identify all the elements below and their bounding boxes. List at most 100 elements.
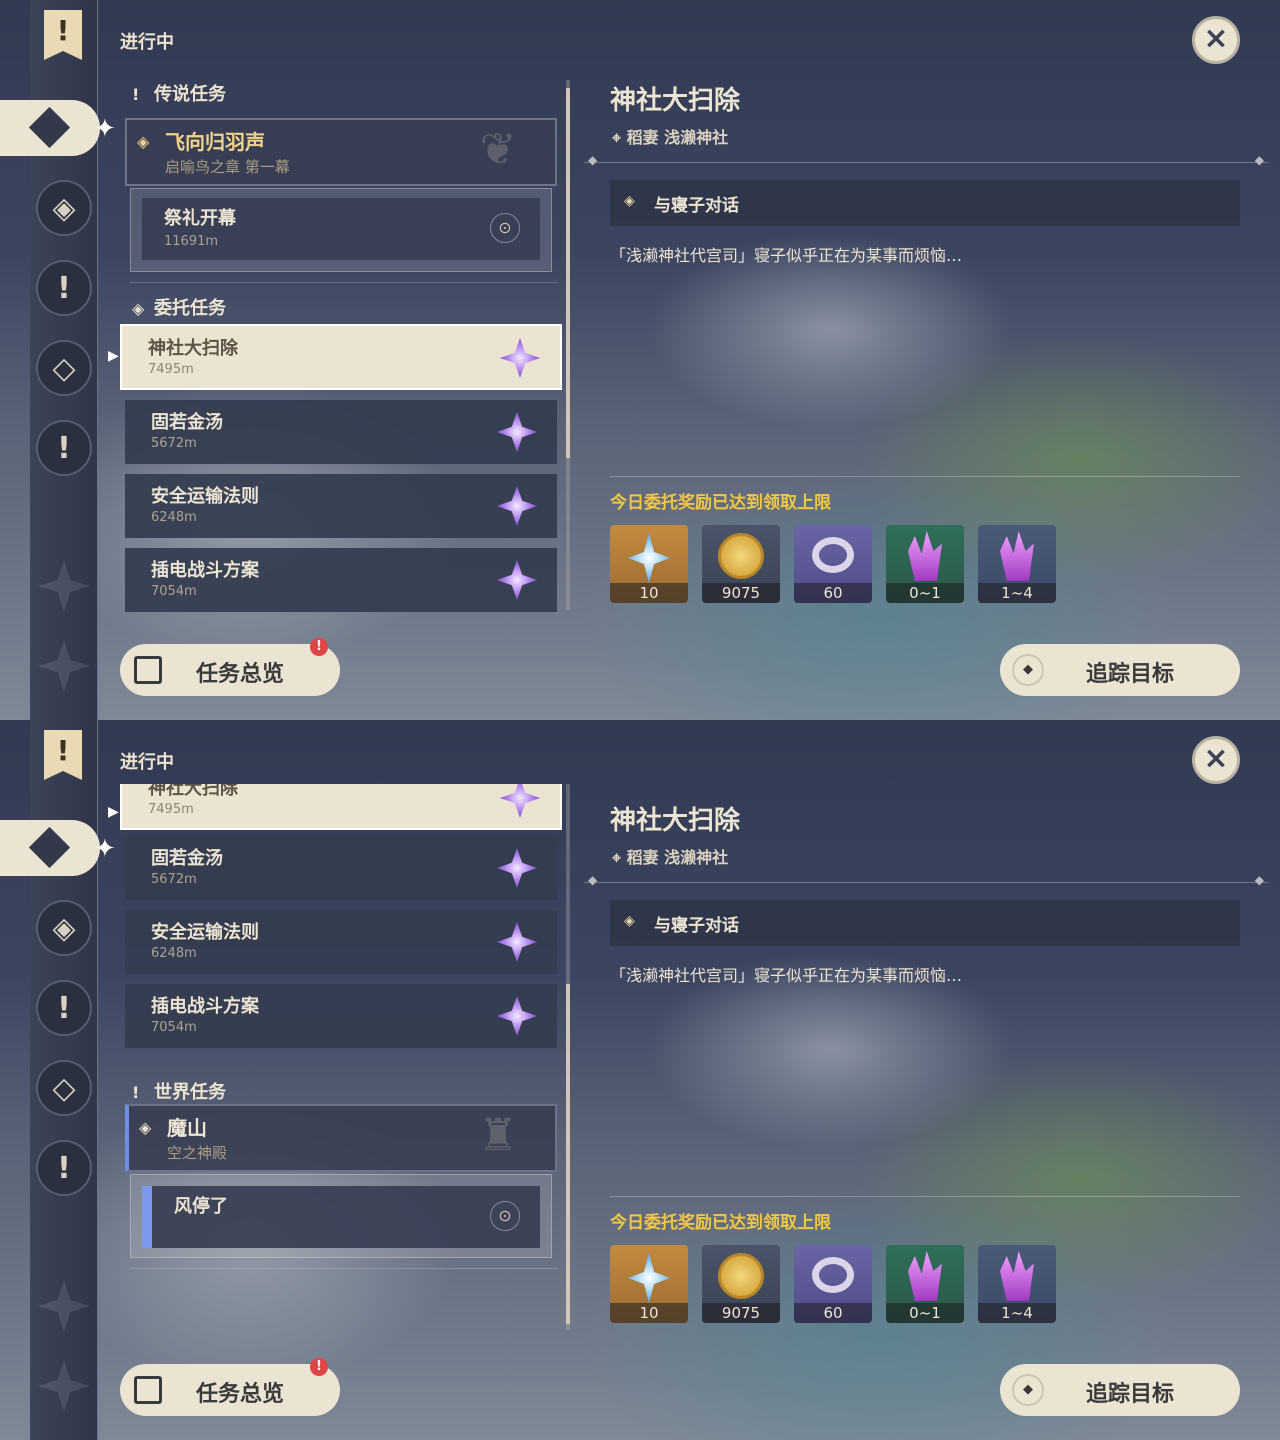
quest-list-scrollbar[interactable]: [566, 80, 570, 610]
quest-overview-button[interactable]: 任务总览 !: [120, 638, 340, 696]
reward-count: 1~4: [978, 1303, 1056, 1323]
commission-section-label: 委托任务: [154, 298, 226, 319]
detail-location-text: 稻妻 浅濑神社: [626, 128, 729, 147]
notification-badge: !: [310, 1358, 328, 1376]
commission-item[interactable]: 安全运输法则 6248m: [125, 910, 557, 974]
commission-title: 固若金汤: [151, 848, 223, 869]
tab-commission-active[interactable]: [0, 100, 100, 156]
tab-world-quests[interactable]: !: [36, 260, 92, 316]
commission-gem-icon: [500, 784, 540, 818]
commission-item[interactable]: 固若金汤 5672m: [125, 836, 557, 900]
world-quest-card[interactable]: ◈ 魔山 空之神殿 ♜: [125, 1104, 557, 1172]
reward-mora[interactable]: 9075: [702, 1245, 780, 1323]
objective-diamond-icon: ◈: [624, 193, 635, 209]
commission-gem-icon: [497, 560, 537, 600]
detail-divider: [584, 153, 1268, 167]
track-target-button[interactable]: ◆ 追踪目标: [1000, 644, 1240, 696]
commission-distance: 5672m: [151, 436, 197, 451]
legend-quest-title: 飞向归羽声: [165, 130, 265, 154]
tab-other-quests[interactable]: !: [36, 420, 92, 476]
commission-item[interactable]: 插电战斗方案 7054m: [125, 984, 557, 1048]
commission-item[interactable]: 固若金汤 5672m: [125, 400, 557, 464]
in-progress-header: 进行中: [120, 752, 174, 773]
reward-primogem[interactable]: 10: [610, 525, 688, 603]
crystal-icon: [908, 531, 942, 581]
bird-emblem-icon: ❦: [479, 124, 517, 175]
legend-quest-subtitle: 启喻鸟之章 第一幕: [165, 158, 290, 176]
close-button[interactable]: ×: [1192, 736, 1240, 784]
sparkle-icon: ✦: [94, 114, 116, 144]
commission-title: 神社大扫除: [148, 338, 238, 359]
detail-title: 神社大扫除: [610, 86, 741, 116]
commission-title: 安全运输法则: [151, 486, 259, 507]
exclaim-icon: !: [132, 85, 140, 104]
section-divider: [130, 282, 558, 283]
commission-section-header: ◈ 委托任务: [132, 294, 226, 320]
reward-adventure-exp[interactable]: 60: [794, 1245, 872, 1323]
reward-crystal-1[interactable]: 0~1: [886, 525, 964, 603]
world-subquest-card[interactable]: 风停了 ⊙: [142, 1186, 540, 1248]
selected-arrow-icon: ▶: [108, 348, 119, 364]
commission-gem-icon: [497, 486, 537, 526]
reward-limit-notice: 今日委托奖励已达到领取上限: [610, 493, 831, 513]
legend-subquest-card[interactable]: 祭礼开幕 11691m ⊙: [142, 198, 540, 260]
map-pin-icon[interactable]: ⊙: [490, 1201, 520, 1231]
reward-divider: [610, 1196, 1240, 1197]
objective-text: 与寝子对话: [654, 916, 739, 936]
commission-item-selected[interactable]: 神社大扫除 7495m: [120, 784, 562, 830]
commission-item-selected[interactable]: 神社大扫除 7495m: [120, 324, 562, 390]
commission-diamond-icon: ◈: [132, 299, 145, 318]
detail-location: ⌖ 稻妻 浅濑神社: [612, 124, 728, 148]
commission-distance: 5672m: [151, 872, 197, 887]
legend-section-header: ! 传说任务: [132, 80, 226, 106]
location-pin-icon: ⌖: [612, 128, 627, 147]
commission-distance: 7054m: [151, 1020, 197, 1035]
commission-title: 插电战斗方案: [151, 996, 259, 1017]
subquest-distance: 11691m: [164, 234, 219, 249]
quest-screen-2: ! ✦ ◈ ! ◇ ! 进行中 ▶ 神社大扫除 7495m 固若金汤 5672m…: [0, 720, 1280, 1440]
reward-crystal-2[interactable]: 1~4: [978, 525, 1056, 603]
adventure-exp-icon: [812, 537, 854, 573]
detail-description: 「浅濑神社代宫司」寝子似乎正在为某事而烦恼…: [610, 966, 963, 985]
commission-title: 神社大扫除: [148, 784, 238, 799]
tab-event-quests[interactable]: ◇: [36, 340, 92, 396]
legend-quest-card[interactable]: ◈ 飞向归羽声 启喻鸟之章 第一幕 ❦: [125, 118, 557, 186]
commission-title: 插电战斗方案: [151, 560, 259, 581]
objective-text: 与寝子对话: [654, 196, 739, 216]
quest-overview-button[interactable]: 任务总览 !: [120, 1358, 340, 1416]
commission-distance: 6248m: [151, 510, 197, 525]
reward-count: 60: [794, 1303, 872, 1323]
commission-gem-icon: [500, 338, 540, 378]
objective-diamond-icon: ◈: [624, 913, 635, 929]
track-target-button[interactable]: ◆ 追踪目标: [1000, 1364, 1240, 1416]
objective-row: ◈ 与寝子对话: [610, 900, 1240, 946]
reward-mora[interactable]: 9075: [702, 525, 780, 603]
objective-row: ◈ 与寝子对话: [610, 180, 1240, 226]
close-button[interactable]: ×: [1192, 16, 1240, 64]
quest-list-scrollbar[interactable]: [566, 784, 570, 1330]
reward-count: 60: [794, 583, 872, 603]
reward-count: 0~1: [886, 583, 964, 603]
track-diamond-icon: ◆: [1012, 1374, 1044, 1406]
reward-crystal-1[interactable]: 0~1: [886, 1245, 964, 1323]
reward-crystal-2[interactable]: 1~4: [978, 1245, 1056, 1323]
notification-badge: !: [310, 638, 328, 656]
reward-adventure-exp[interactable]: 60: [794, 525, 872, 603]
adventure-exp-icon: [812, 1257, 854, 1293]
mora-icon: [718, 533, 764, 579]
commission-distance: 6248m: [151, 946, 197, 961]
quest-diamond-icon: ◈: [139, 1118, 152, 1137]
primogem-icon: [628, 1253, 670, 1303]
exclaim-icon: !: [132, 1083, 140, 1102]
map-pin-icon[interactable]: ⊙: [490, 213, 520, 243]
commission-gem-icon: [497, 996, 537, 1036]
world-section-label: 世界任务: [154, 1082, 226, 1103]
commission-item[interactable]: 插电战斗方案 7054m: [125, 548, 557, 612]
commission-gem-icon: [497, 412, 537, 452]
reward-count: 1~4: [978, 583, 1056, 603]
primogem-icon: [628, 533, 670, 583]
crystal-icon: [1000, 1251, 1034, 1301]
reward-primogem[interactable]: 10: [610, 1245, 688, 1323]
commission-item[interactable]: 安全运输法则 6248m: [125, 474, 557, 538]
tab-story-quests[interactable]: ◈: [36, 180, 92, 236]
